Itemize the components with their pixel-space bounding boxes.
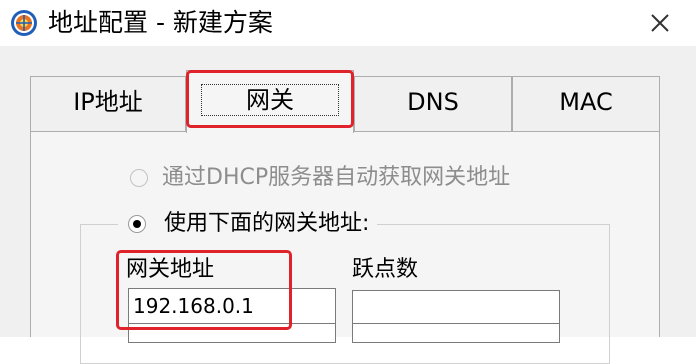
tab-label: DNS xyxy=(407,88,459,116)
tab-label: MAC xyxy=(559,88,613,116)
tab-gateway[interactable]: 网关 xyxy=(186,70,354,133)
title-bar: 地址配置 - 新建方案 xyxy=(0,0,696,46)
hop-count-list-next-row[interactable] xyxy=(352,323,560,343)
gateway-address-label: 网关地址 xyxy=(126,257,215,282)
gateway-address-list-next-row[interactable] xyxy=(128,323,336,343)
auto-gateway-label: 通过DHCP服务器自动获取网关地址 xyxy=(162,165,511,190)
manual-gateway-label: 使用下面的网关地址: xyxy=(164,211,370,236)
gateway-address-input[interactable] xyxy=(128,288,336,324)
tab-mac[interactable]: MAC xyxy=(512,76,660,131)
tab-ip-address[interactable]: IP地址 xyxy=(30,76,186,131)
close-button[interactable] xyxy=(640,6,680,40)
hop-count-input[interactable] xyxy=(352,290,560,326)
manual-gateway-radio[interactable] xyxy=(128,215,146,233)
window-title: 地址配置 - 新建方案 xyxy=(48,8,273,37)
manual-gateway-option[interactable]: 使用下面的网关地址: xyxy=(118,205,378,243)
hop-count-label: 跃点数 xyxy=(352,257,419,282)
network-config-icon xyxy=(10,9,38,37)
tab-label: IP地址 xyxy=(73,88,143,116)
auto-gateway-radio[interactable] xyxy=(130,169,148,187)
tab-dns[interactable]: DNS xyxy=(354,76,512,131)
tab-label: 网关 xyxy=(200,83,340,117)
